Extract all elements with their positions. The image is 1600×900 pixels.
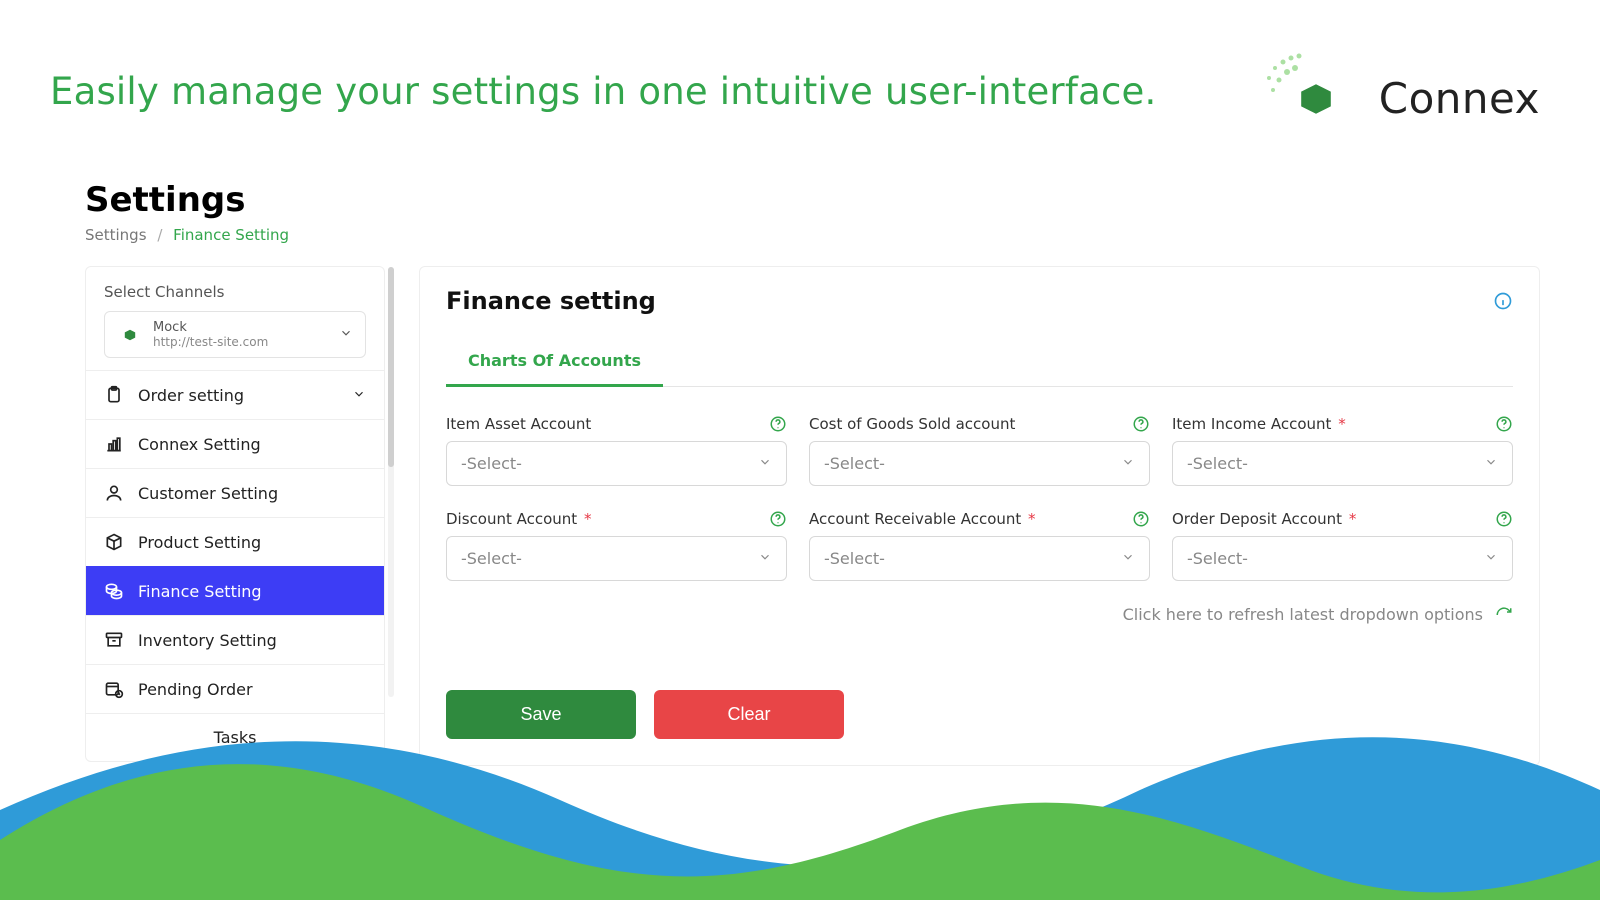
account-select[interactable]: -Select- xyxy=(1172,441,1513,486)
fields-grid: Item Asset Account-Select-Cost of Goods … xyxy=(446,415,1513,581)
select-placeholder: -Select- xyxy=(1187,549,1248,568)
chevron-down-icon xyxy=(758,454,772,473)
page-title: Settings xyxy=(85,180,1540,220)
required-asterisk: * xyxy=(579,510,591,528)
form-field: Item Asset Account -Select- xyxy=(446,415,787,486)
field-label-row: Item Asset Account xyxy=(446,415,787,433)
account-select[interactable]: -Select- xyxy=(809,441,1150,486)
sidebar-nav: Order setting Connex Setting Customer Se… xyxy=(86,370,384,761)
banner-headline: Easily manage your settings in one intui… xyxy=(50,70,1156,113)
sidebar-item-label: Customer Setting xyxy=(138,484,278,503)
select-placeholder: -Select- xyxy=(824,454,885,473)
select-channels-label: Select Channels xyxy=(86,283,384,311)
field-label: Discount Account * xyxy=(446,510,591,528)
refresh-dropdown-text[interactable]: Click here to refresh latest dropdown op… xyxy=(1123,605,1483,624)
sidebar-item-label: Tasks xyxy=(214,728,257,747)
brand-name: Connex xyxy=(1379,74,1540,123)
sidebar-item-label: Pending Order xyxy=(138,680,253,699)
sidebar-item-label: Product Setting xyxy=(138,533,261,552)
sidebar-item-label: Connex Setting xyxy=(138,435,261,454)
sidebar-item-label: Order setting xyxy=(138,386,244,405)
field-label-row: Cost of Goods Sold account xyxy=(809,415,1150,433)
required-asterisk: * xyxy=(1023,510,1035,528)
tabs: Charts Of Accounts xyxy=(446,337,1513,387)
field-label: Account Receivable Account * xyxy=(809,510,1036,528)
breadcrumb: Settings / Finance Setting xyxy=(85,226,1540,244)
sidebar-item-product-setting[interactable]: Product Setting xyxy=(86,517,384,566)
chevron-down-icon xyxy=(1484,549,1498,568)
account-select[interactable]: -Select- xyxy=(1172,536,1513,581)
coins-icon xyxy=(104,581,124,601)
save-button[interactable]: Save xyxy=(446,690,636,739)
breadcrumb-current: Finance Setting xyxy=(173,226,289,244)
required-asterisk: * xyxy=(1344,510,1356,528)
field-label: Item Asset Account xyxy=(446,415,591,433)
sidebar-scrollbar-thumb[interactable] xyxy=(388,267,394,467)
select-placeholder: -Select- xyxy=(461,454,522,473)
sidebar-item-customer-setting[interactable]: Customer Setting xyxy=(86,468,384,517)
account-select[interactable]: -Select- xyxy=(809,536,1150,581)
chevron-down-icon xyxy=(1121,549,1135,568)
form-field: Order Deposit Account * -Select- xyxy=(1172,510,1513,581)
sidebar-item-tasks[interactable]: Tasks xyxy=(86,713,384,761)
breadcrumb-separator: / xyxy=(157,226,162,244)
finance-settings-panel: Finance setting Charts Of Accounts Item … xyxy=(419,266,1540,766)
help-icon[interactable] xyxy=(769,510,787,528)
field-label-row: Order Deposit Account * xyxy=(1172,510,1513,528)
info-icon[interactable] xyxy=(1493,291,1513,311)
settings-sidebar: Select Channels Mock http://test-site.co… xyxy=(85,266,385,762)
chevron-down-icon xyxy=(1484,454,1498,473)
chevron-down-icon xyxy=(352,386,366,405)
field-label-row: Discount Account * xyxy=(446,510,787,528)
help-icon[interactable] xyxy=(769,415,787,433)
account-select[interactable]: -Select- xyxy=(446,536,787,581)
help-icon[interactable] xyxy=(1495,510,1513,528)
required-asterisk: * xyxy=(1333,415,1345,433)
channel-hex-icon xyxy=(117,322,143,348)
clear-button[interactable]: Clear xyxy=(654,690,844,739)
brand-logo: Connex xyxy=(1261,48,1540,148)
field-label: Item Income Account * xyxy=(1172,415,1346,433)
bar-chart-icon xyxy=(104,434,124,454)
field-label: Cost of Goods Sold account xyxy=(809,415,1015,433)
panel-title: Finance setting xyxy=(446,287,656,315)
channel-selector[interactable]: Mock http://test-site.com xyxy=(104,311,366,358)
help-icon[interactable] xyxy=(1132,510,1150,528)
select-placeholder: -Select- xyxy=(1187,454,1248,473)
form-field: Discount Account * -Select- xyxy=(446,510,787,581)
package-icon xyxy=(104,532,124,552)
chevron-down-icon xyxy=(1121,454,1135,473)
channel-url: http://test-site.com xyxy=(153,335,329,349)
sidebar-item-order-setting[interactable]: Order setting xyxy=(86,370,384,419)
refresh-icon[interactable] xyxy=(1495,606,1513,624)
breadcrumb-root[interactable]: Settings xyxy=(85,226,147,244)
archive-icon xyxy=(104,630,124,650)
sidebar-item-inventory-setting[interactable]: Inventory Setting xyxy=(86,615,384,664)
field-label: Order Deposit Account * xyxy=(1172,510,1356,528)
sidebar-item-label: Inventory Setting xyxy=(138,631,277,650)
channel-name: Mock xyxy=(153,320,329,335)
user-icon xyxy=(104,483,124,503)
select-placeholder: -Select- xyxy=(461,549,522,568)
field-label-row: Account Receivable Account * xyxy=(809,510,1150,528)
select-placeholder: -Select- xyxy=(824,549,885,568)
calendar-clock-icon xyxy=(104,679,124,699)
chevron-down-icon xyxy=(339,325,353,344)
tab-charts-of-accounts[interactable]: Charts Of Accounts xyxy=(446,337,663,387)
chevron-down-icon xyxy=(758,549,772,568)
help-icon[interactable] xyxy=(1132,415,1150,433)
sidebar-item-label: Finance Setting xyxy=(138,582,262,601)
account-select[interactable]: -Select- xyxy=(446,441,787,486)
clipboard-icon xyxy=(104,385,124,405)
help-icon[interactable] xyxy=(1495,415,1513,433)
form-field: Cost of Goods Sold account -Select- xyxy=(809,415,1150,486)
sidebar-item-connex-setting[interactable]: Connex Setting xyxy=(86,419,384,468)
form-field: Account Receivable Account * -Select- xyxy=(809,510,1150,581)
field-label-row: Item Income Account * xyxy=(1172,415,1513,433)
brand-mark-icon xyxy=(1261,48,1361,148)
form-field: Item Income Account * -Select- xyxy=(1172,415,1513,486)
sidebar-item-finance-setting[interactable]: Finance Setting xyxy=(86,566,384,615)
sidebar-item-pending-order[interactable]: Pending Order xyxy=(86,664,384,713)
